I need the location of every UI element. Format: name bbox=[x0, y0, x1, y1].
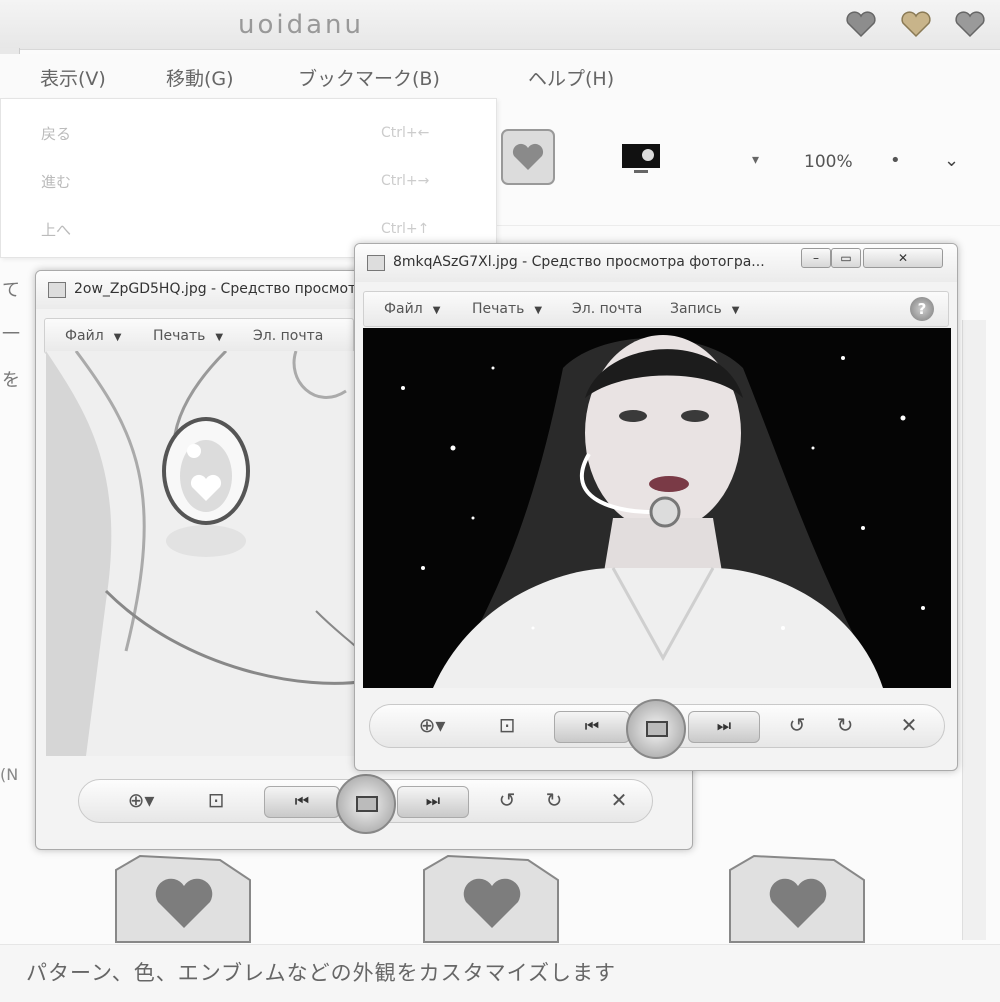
sidebar-char: 一 bbox=[2, 324, 20, 345]
heart-folder-icon[interactable] bbox=[498, 124, 560, 188]
monitor-icon[interactable] bbox=[620, 142, 662, 176]
titlebar: uoidanu bbox=[0, 0, 1000, 50]
menu-file[interactable]: Файл ▼ bbox=[65, 328, 121, 344]
viewer-menubar: Файл ▼ Печать ▼ Эл. почта bbox=[44, 318, 354, 354]
previous-icon: ⏮ bbox=[584, 716, 600, 735]
dropdown-item-forward[interactable]: 進む Ctrl+→ bbox=[1, 161, 498, 201]
menu-file[interactable]: Файл ▼ bbox=[384, 301, 440, 317]
delete-icon[interactable]: ✕ bbox=[606, 788, 632, 812]
menu-bookmarks[interactable]: ブックマーク(B) bbox=[298, 64, 440, 91]
close-button[interactable]: ✕ bbox=[863, 248, 943, 268]
dropdown-item-back[interactable]: 戻る Ctrl+← bbox=[1, 113, 498, 153]
menu-print[interactable]: Печать ▼ bbox=[472, 301, 542, 317]
help-icon[interactable]: ? bbox=[910, 297, 934, 321]
next-icon: ⏭ bbox=[716, 716, 732, 735]
caption-buttons: – ▭ ✕ bbox=[801, 248, 949, 270]
rotate-ccw-icon[interactable]: ↺ bbox=[494, 788, 520, 812]
photo-display bbox=[363, 328, 951, 688]
sidebar-char: を bbox=[2, 370, 20, 391]
viewer-controls: ⊕▾ ⊡ ⏮ ⏭ ↺ ↻ ✕ bbox=[78, 774, 653, 834]
viewer-controls: ⊕▾ ⊡ ⏮ ⏭ ↺ ↻ ✕ bbox=[369, 699, 945, 759]
rotate-cw-icon[interactable]: ↻ bbox=[832, 713, 858, 737]
dropdown-item-shortcut: Ctrl+← bbox=[381, 125, 430, 141]
maximize-button[interactable]: ▭ bbox=[831, 248, 861, 268]
viewer-title: 8mkqASzG7Xl.jpg - Средство просмотра фот… bbox=[393, 254, 765, 270]
dropdown-item-shortcut: Ctrl+↑ bbox=[381, 221, 430, 237]
divider bbox=[493, 225, 1000, 226]
portrait-photo bbox=[363, 328, 951, 688]
next-button[interactable]: ⏭ bbox=[397, 786, 469, 818]
fit-window-icon[interactable]: ⊡ bbox=[492, 713, 522, 737]
sidebar-fragment: (N bbox=[0, 765, 19, 784]
next-icon: ⏭ bbox=[425, 791, 441, 810]
menubar bbox=[0, 54, 1000, 100]
window-title: uoidanu bbox=[238, 10, 365, 40]
menu-record[interactable]: Запись ▼ bbox=[670, 301, 739, 317]
chevron-down-icon[interactable]: ⌄ bbox=[944, 150, 959, 171]
slideshow-icon bbox=[356, 796, 378, 812]
menu-view[interactable]: 表示(V) bbox=[40, 64, 106, 91]
menu-print[interactable]: Печать ▼ bbox=[153, 328, 223, 344]
heart-folder-icon[interactable] bbox=[724, 850, 872, 945]
slideshow-icon bbox=[646, 721, 668, 737]
previous-button[interactable]: ⏮ bbox=[264, 786, 340, 818]
slideshow-button[interactable] bbox=[626, 699, 686, 759]
menu-email[interactable]: Эл. почта bbox=[253, 328, 323, 344]
zoom-dropdown-icon[interactable]: ▾ bbox=[752, 152, 759, 168]
heart-folder-icon[interactable] bbox=[418, 850, 566, 945]
menu-help[interactable]: ヘルプ(H) bbox=[528, 64, 614, 91]
viewer-title: 2ow_ZpGD5HQ.jpg - Средство просмотра фот… bbox=[74, 281, 384, 297]
scrollbar[interactable] bbox=[962, 320, 986, 940]
viewer-titlebar: 8mkqASzG7Xl.jpg - Средство просмотра фот… bbox=[355, 244, 957, 282]
image-file-icon bbox=[367, 255, 385, 271]
delete-icon[interactable]: ✕ bbox=[896, 713, 922, 737]
zoom-icon[interactable]: ⊕▾ bbox=[410, 713, 454, 737]
menu-email[interactable]: Эл. почта bbox=[572, 301, 642, 317]
heart-folder-icon[interactable] bbox=[110, 850, 258, 945]
viewer-menubar: Файл ▼ Печать ▼ Эл. почта Запись ▼ ? bbox=[363, 291, 949, 327]
dot-icon: • bbox=[890, 150, 901, 171]
next-button[interactable]: ⏭ bbox=[688, 711, 760, 743]
minimize-button[interactable]: – bbox=[801, 248, 831, 268]
rotate-ccw-icon[interactable]: ↺ bbox=[784, 713, 810, 737]
rotate-cw-icon[interactable]: ↻ bbox=[541, 788, 567, 812]
image-file-icon bbox=[48, 282, 66, 298]
photo-viewer-window-front: 8mkqASzG7Xl.jpg - Средство просмотра фот… bbox=[354, 243, 958, 771]
dropdown-item-label: 上へ bbox=[41, 221, 72, 239]
dropdown-item-label: 戻る bbox=[41, 125, 72, 143]
dropdown-menu: 戻る Ctrl+← 進む Ctrl+→ 上へ Ctrl+↑ bbox=[0, 98, 497, 258]
zoom-icon[interactable]: ⊕▾ bbox=[119, 788, 163, 812]
zoom-label[interactable]: 100% bbox=[804, 152, 853, 172]
close-heart-icon[interactable] bbox=[953, 10, 987, 38]
sidebar-char: て bbox=[2, 280, 20, 301]
previous-icon: ⏮ bbox=[294, 791, 310, 810]
maximize-heart-icon[interactable] bbox=[899, 10, 933, 38]
previous-button[interactable]: ⏮ bbox=[554, 711, 630, 743]
fit-window-icon[interactable]: ⊡ bbox=[201, 788, 231, 812]
minimize-heart-icon[interactable] bbox=[844, 10, 878, 38]
menu-go[interactable]: 移動(G) bbox=[166, 64, 234, 91]
dropdown-item-shortcut: Ctrl+→ bbox=[381, 173, 430, 189]
slideshow-button[interactable] bbox=[336, 774, 396, 834]
status-text: パターン、色、エンブレムなどの外観をカスタマイズします bbox=[26, 961, 617, 985]
dropdown-item-label: 進む bbox=[41, 173, 72, 191]
